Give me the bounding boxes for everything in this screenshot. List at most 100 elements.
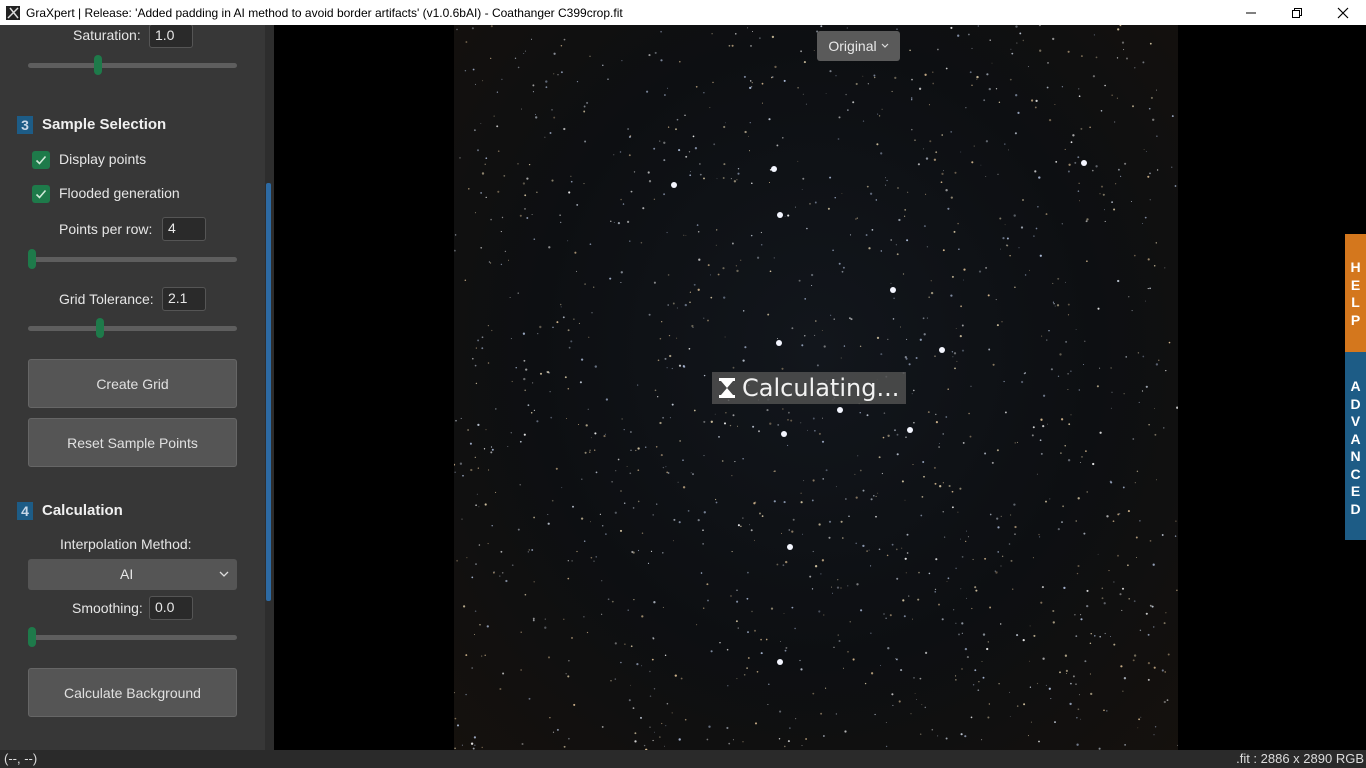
star <box>627 128 629 130</box>
star <box>988 703 990 705</box>
points-per-row-input[interactable]: 4 <box>162 217 206 241</box>
star <box>605 398 609 401</box>
view-select-dropdown[interactable]: Original <box>817 31 900 61</box>
star <box>1059 353 1062 356</box>
star <box>724 336 726 338</box>
star <box>894 76 897 80</box>
star <box>1040 601 1043 604</box>
star <box>1086 604 1089 608</box>
star <box>1037 206 1039 208</box>
star <box>923 148 924 150</box>
star <box>524 208 526 210</box>
star <box>978 681 980 683</box>
star <box>1083 532 1086 535</box>
star <box>835 75 837 77</box>
saturation-slider-track[interactable] <box>28 63 237 68</box>
create-grid-button[interactable]: Create Grid <box>28 359 237 408</box>
star <box>653 198 656 200</box>
star <box>847 650 849 653</box>
star <box>659 337 662 340</box>
star <box>776 144 779 147</box>
star <box>892 704 894 706</box>
star <box>1004 224 1006 226</box>
star <box>1040 452 1043 455</box>
star <box>833 646 835 648</box>
sidebar-scrollbar-thumb[interactable] <box>266 183 271 601</box>
star <box>1038 533 1040 536</box>
star <box>503 175 506 177</box>
star <box>1116 97 1118 99</box>
star <box>1078 182 1080 184</box>
star <box>743 75 746 78</box>
star <box>481 746 483 749</box>
saturation-input[interactable]: 1.0 <box>149 25 193 48</box>
star <box>965 107 967 109</box>
star <box>629 472 632 475</box>
grid-tolerance-slider-track[interactable] <box>28 326 237 331</box>
star <box>1132 105 1134 108</box>
star <box>883 412 886 414</box>
star <box>649 695 652 697</box>
help-tab[interactable]: HELP <box>1345 234 1366 352</box>
star <box>547 522 550 525</box>
star <box>560 306 562 308</box>
smoothing-slider-handle[interactable] <box>28 627 36 647</box>
star <box>659 736 661 738</box>
grid-tolerance-input[interactable]: 2.1 <box>162 287 206 311</box>
star <box>1068 163 1071 166</box>
advanced-tab-letter: N <box>1350 448 1361 464</box>
star <box>1060 452 1062 454</box>
saturation-label: Saturation: <box>73 27 141 43</box>
star <box>875 199 878 201</box>
star <box>896 453 899 456</box>
star <box>1119 593 1122 596</box>
smoothing-input[interactable]: 0.0 <box>149 596 193 620</box>
minimize-button[interactable] <box>1228 0 1274 25</box>
saturation-slider-handle[interactable] <box>94 55 102 75</box>
star <box>1096 385 1099 388</box>
display-points-checkbox[interactable] <box>32 151 50 169</box>
star <box>562 316 565 319</box>
star <box>484 163 486 165</box>
star <box>472 68 475 71</box>
star <box>969 435 972 438</box>
star <box>1011 588 1014 590</box>
star <box>730 178 732 180</box>
close-button[interactable] <box>1320 0 1366 25</box>
star <box>830 314 832 316</box>
star <box>563 618 565 620</box>
star <box>1016 441 1018 443</box>
star <box>1123 677 1127 680</box>
star <box>938 603 940 606</box>
interpolation-method-select[interactable]: AI <box>28 559 237 590</box>
star <box>840 587 842 589</box>
smoothing-slider-track[interactable] <box>28 635 237 640</box>
star <box>845 498 847 500</box>
star <box>570 340 573 343</box>
grid-tolerance-slider-handle[interactable] <box>96 318 104 338</box>
star <box>887 434 890 437</box>
star <box>966 530 967 532</box>
title-bar: GraXpert | Release: 'Added padding in AI… <box>0 0 1366 25</box>
star <box>1081 456 1083 458</box>
star <box>657 359 660 362</box>
restore-button[interactable] <box>1274 0 1320 25</box>
flooded-generation-checkbox[interactable] <box>32 185 50 203</box>
advanced-tab[interactable]: ADVANCED <box>1345 352 1366 540</box>
star <box>671 403 674 406</box>
star <box>1013 503 1016 506</box>
points-per-row-slider-track[interactable] <box>28 257 237 262</box>
star <box>777 423 780 426</box>
star <box>630 645 633 648</box>
reset-sample-points-button[interactable]: Reset Sample Points <box>28 418 237 467</box>
image-canvas[interactable]: Original Calculating... <box>274 25 1366 750</box>
star <box>732 739 734 741</box>
star <box>688 347 691 350</box>
calculate-background-button[interactable]: Calculate Background <box>28 668 237 717</box>
star <box>454 471 456 473</box>
star <box>484 503 487 506</box>
points-per-row-slider-handle[interactable] <box>28 249 36 269</box>
flooded-generation-label[interactable]: Flooded generation <box>59 185 180 201</box>
cursor-coordinates: (--, --) <box>4 751 38 766</box>
display-points-label[interactable]: Display points <box>59 151 146 167</box>
